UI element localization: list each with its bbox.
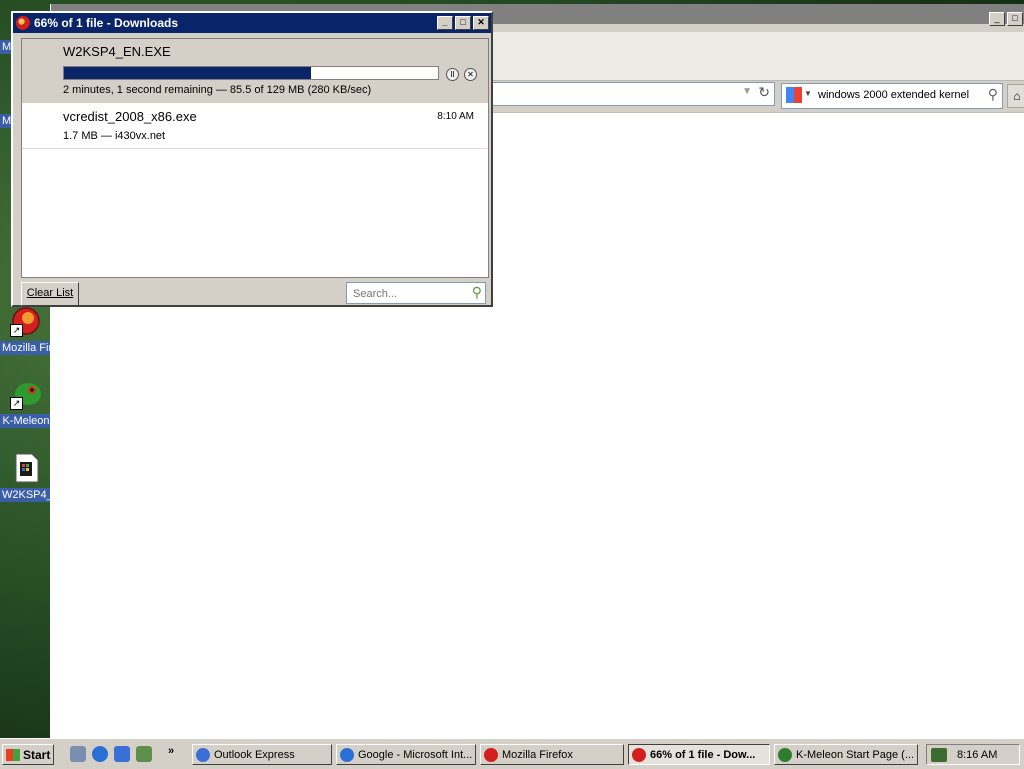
firefox-icon [16, 16, 30, 30]
downloads-window[interactable]: 66% of 1 file - Downloads _ □ ✕ W2KSP4_E… [11, 11, 493, 307]
web-search-box[interactable]: ▼ windows 2000 extended kernel ⚲ [781, 83, 1003, 109]
outlook-express-icon[interactable] [114, 746, 130, 762]
network-icon[interactable] [931, 747, 947, 762]
ie-icon[interactable] [92, 746, 108, 762]
pause-icon[interactable]: II [446, 68, 459, 81]
quick-launch-app-icon[interactable] [136, 746, 152, 762]
downloads-search-input[interactable] [351, 284, 465, 304]
list-divider [22, 148, 488, 149]
windows-logo-icon [6, 748, 20, 761]
downloads-list[interactable]: W2KSP4_EN.EXE II ✕ 2 minutes, 1 second r… [21, 38, 489, 278]
desktop-icon-w2ksp4[interactable]: W2KSP4_ [0, 452, 55, 502]
firefox-icon [484, 747, 498, 762]
maximize-icon[interactable]: □ [455, 16, 471, 30]
taskbar: Start » Outlook Express Google - Microso… [0, 738, 1024, 769]
taskbar-button-label: 66% of 1 file - Dow... [650, 748, 756, 761]
taskbar-button-label: K-Meleon Start Page (... [796, 748, 914, 761]
start-button[interactable]: Start [2, 744, 54, 765]
system-tray: 8:16 AM [926, 744, 1020, 765]
google-engine-icon[interactable] [786, 87, 802, 103]
download-time: 8:10 AM [437, 111, 474, 122]
desktop-icon-k-meleon[interactable]: ↗ K-Meleon [0, 378, 52, 428]
search-icon[interactable]: ⚲ [472, 284, 482, 301]
cancel-icon[interactable]: ✕ [464, 68, 477, 81]
reload-icon[interactable]: ↻ [758, 84, 770, 101]
browser-window-controls: _ □ [989, 12, 1023, 26]
taskbar-button-downloads[interactable]: 66% of 1 file - Dow... [628, 744, 770, 765]
taskbar-button-label: Mozilla Firefox [502, 748, 573, 761]
downloads-title-bar[interactable]: 66% of 1 file - Downloads _ □ ✕ [13, 13, 491, 33]
desktop-icon-label: W2KSP4_ [0, 488, 55, 502]
url-bar[interactable]: ▼ ↻ [491, 82, 775, 106]
shortcut-arrow-icon: ↗ [10, 397, 23, 410]
chevron-right-icon[interactable]: » [168, 745, 174, 757]
taskbar-button-label: Google - Microsoft Int... [358, 748, 473, 761]
minimize-icon[interactable]: _ [437, 16, 453, 30]
downloads-search[interactable]: ⚲ [346, 282, 486, 304]
kmeleon-icon: ↗ [10, 378, 42, 410]
download-item[interactable]: W2KSP4_EN.EXE II ✕ 2 minutes, 1 second r… [22, 39, 488, 103]
search-query[interactable]: windows 2000 extended kernel [818, 89, 969, 101]
download-progress-bar [63, 66, 439, 80]
desktop-icon-label: K-Meleon [0, 414, 52, 428]
start-label: Start [23, 747, 51, 762]
url-dropdown-icon[interactable]: ▼ [742, 86, 752, 97]
download-status: 1.7 MB — i430vx.net [63, 130, 166, 142]
kmeleon-icon [778, 747, 792, 762]
clear-list-button[interactable]: Clear List [21, 282, 79, 306]
download-filename: W2KSP4_EN.EXE [63, 44, 171, 59]
show-desktop-icon[interactable] [70, 746, 86, 762]
search-icon[interactable]: ⚲ [988, 86, 998, 103]
taskbar-button-label: Outlook Express [214, 748, 295, 761]
firefox-icon [632, 747, 646, 762]
close-icon[interactable]: ✕ [473, 16, 489, 30]
outlook-express-icon [196, 747, 210, 762]
engine-dropdown-icon[interactable]: ▼ [804, 89, 812, 98]
clock[interactable]: 8:16 AM [957, 749, 997, 761]
setup-file-icon [10, 452, 42, 484]
download-progress-fill [64, 67, 311, 79]
downloads-window-controls: _ □ ✕ [437, 16, 489, 30]
firefox-icon: ↗ [10, 305, 42, 337]
minimize-icon[interactable]: _ [989, 12, 1005, 26]
home-icon[interactable]: ⌂ [1007, 84, 1024, 108]
maximize-icon[interactable]: □ [1007, 12, 1023, 26]
taskbar-button-mozilla-firefox[interactable]: Mozilla Firefox [480, 744, 624, 765]
quick-launch [70, 746, 152, 762]
download-status: 2 minutes, 1 second remaining — 85.5 of … [63, 84, 372, 96]
taskbar-button-outlook-express[interactable]: Outlook Express [192, 744, 332, 765]
taskbar-button-k-meleon[interactable]: K-Meleon Start Page (... [774, 744, 918, 765]
desktop-icon-mozilla-firefox[interactable]: ↗ Mozilla Fire [0, 305, 61, 355]
downloads-title: 66% of 1 file - Downloads [34, 16, 179, 30]
shortcut-arrow-icon: ↗ [10, 324, 23, 337]
download-filename[interactable]: vcredist_2008_x86.exe [63, 109, 197, 124]
taskbar-button-internet-explorer[interactable]: Google - Microsoft Int... [336, 744, 476, 765]
ie-icon [340, 747, 354, 762]
